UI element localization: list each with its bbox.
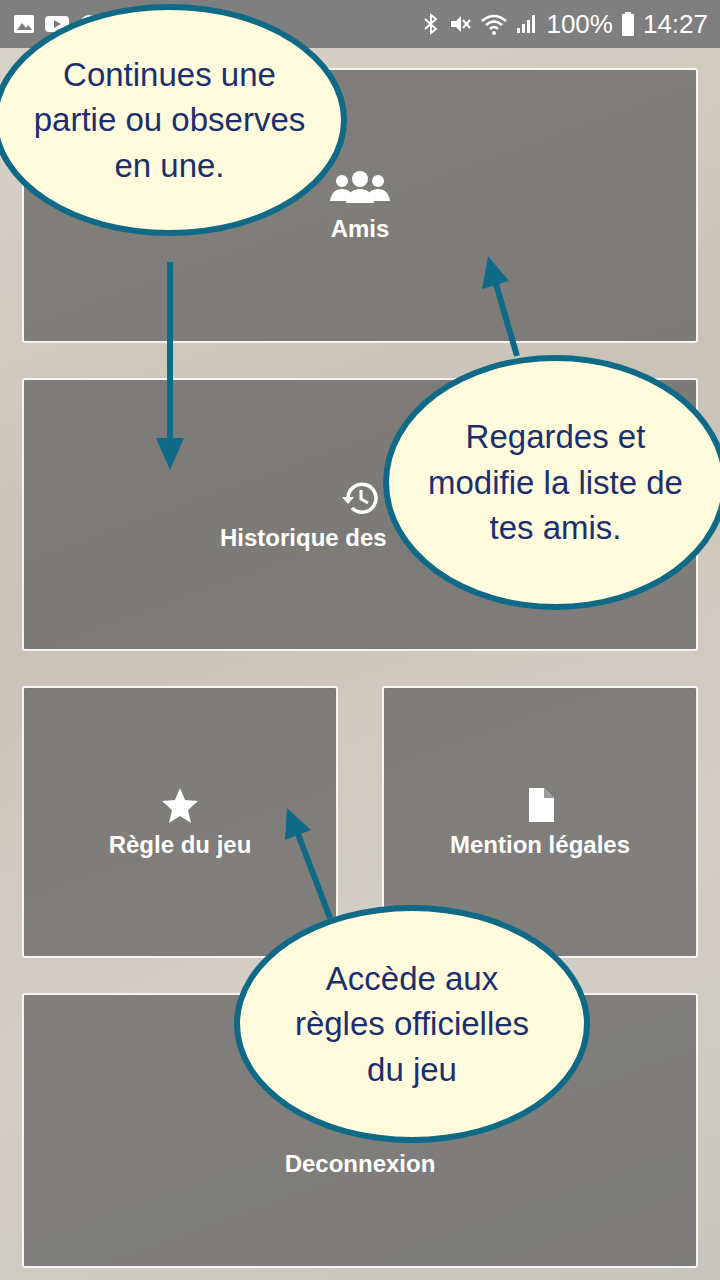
bubble-text: modifie la liste de: [428, 460, 683, 506]
menu-grid: Amis Historique des Règle du jeu Mention lé…: [0, 48, 720, 1268]
bubble-text: Regardes et: [466, 414, 646, 460]
bubble-text: tes amis.: [489, 505, 621, 551]
bubble-text: du jeu: [367, 1047, 457, 1093]
bubble-text: règles officielles: [295, 1001, 529, 1047]
youtube-icon: [44, 12, 70, 36]
menu-tile[interactable]: Règle du jeu: [22, 686, 338, 958]
friends-icon: [328, 169, 392, 209]
tile-label: Deconnexion: [285, 1150, 436, 1178]
menu-tile[interactable]: Deconnexion: [22, 993, 698, 1268]
arrow-icon: [285, 808, 330, 918]
battery-icon: [621, 11, 635, 37]
tile-label: Amis: [331, 215, 390, 243]
bubble-text: Accède aux: [326, 956, 498, 1002]
status-bar: 100% 14:27: [0, 0, 720, 48]
notification-icon: [78, 12, 100, 36]
mute-icon: [448, 12, 472, 36]
tile-label: Règle du jeu: [109, 831, 252, 859]
tile-label: Mention légales: [450, 831, 630, 859]
tutorial-overlay: Continues unepartie ou observesen une.Re…: [0, 0, 720, 1280]
bluetooth-icon: [422, 12, 440, 36]
signal-icon: [516, 12, 538, 36]
arrow-icon: [482, 256, 517, 356]
bubble-text: Continues une: [63, 52, 276, 98]
wifi-icon: [480, 12, 508, 36]
menu-tile[interactable]: Amis: [22, 68, 698, 343]
menu-tile[interactable]: Historique des: [22, 378, 698, 651]
bubble-text: partie ou observes: [34, 97, 306, 143]
screen: 100% 14:27 Amis Historique des Règle du jeu M…: [0, 0, 720, 1280]
star-icon: [160, 785, 200, 825]
tutorial-bubble[interactable]: Regardes etmodifie la liste detes amis.: [383, 355, 720, 610]
history-icon: [340, 478, 380, 518]
menu-tile[interactable]: Mention légales: [382, 686, 698, 958]
arrow-icon: [156, 262, 184, 470]
gallery-icon: [12, 12, 36, 36]
clock: 14:27: [643, 9, 708, 40]
tutorial-arrows: [0, 0, 720, 1280]
battery-level: 100%: [546, 9, 613, 40]
tutorial-bubble[interactable]: Accède auxrègles officiellesdu jeu: [234, 905, 590, 1143]
bubble-text: en une.: [114, 143, 224, 189]
document-icon: [520, 785, 560, 825]
tile-label: Historique des: [220, 524, 387, 552]
tutorial-bubble[interactable]: Continues unepartie ou observesen une.: [0, 4, 347, 236]
